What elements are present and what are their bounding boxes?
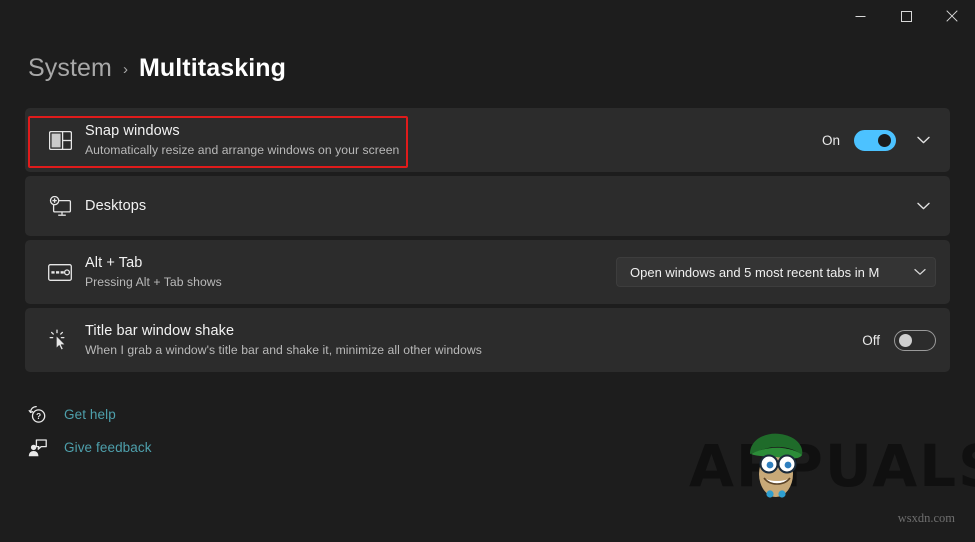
minimize-icon bbox=[855, 11, 866, 22]
setting-title: Desktops bbox=[85, 197, 898, 216]
setting-row-snap-windows[interactable]: Snap windows Automatically resize and ar… bbox=[25, 108, 950, 172]
cursor-shake-icon bbox=[39, 328, 81, 352]
settings-list: Snap windows Automatically resize and ar… bbox=[0, 108, 975, 372]
setting-text-title-bar-window-shake: Title bar window shake When I grab a win… bbox=[81, 322, 850, 359]
chevron-down-icon bbox=[914, 268, 926, 276]
expand-snap-windows-button[interactable] bbox=[910, 127, 936, 153]
setting-row-desktops[interactable]: Desktops bbox=[25, 176, 950, 236]
setting-controls-desktops bbox=[898, 193, 936, 219]
setting-row-title-bar-window-shake[interactable]: Title bar window shake When I grab a win… bbox=[25, 308, 950, 372]
alt-tab-combobox-value: Open windows and 5 most recent tabs in M bbox=[630, 265, 908, 280]
feedback-person-icon bbox=[27, 439, 47, 457]
svg-text:?: ? bbox=[36, 412, 41, 421]
page-title: Multitasking bbox=[139, 54, 286, 83]
breadcrumb: System › Multitasking bbox=[0, 32, 975, 108]
close-icon bbox=[946, 10, 958, 22]
snap-layout-icon bbox=[39, 131, 81, 150]
footer-links: ? Get help Give feedback bbox=[0, 376, 975, 464]
setting-text-desktops: Desktops bbox=[81, 197, 898, 216]
breadcrumb-root-link[interactable]: System bbox=[28, 54, 112, 83]
toggle-state-label: On bbox=[822, 133, 840, 148]
maximize-button[interactable] bbox=[883, 0, 929, 32]
setting-title: Snap windows bbox=[85, 122, 810, 141]
title-bar-window-shake-toggle[interactable] bbox=[894, 330, 936, 351]
minimize-button[interactable] bbox=[837, 0, 883, 32]
title-bar bbox=[0, 0, 975, 32]
setting-controls-title-bar-window-shake: Off bbox=[850, 330, 936, 351]
link-get-help[interactable]: ? Get help bbox=[27, 398, 975, 431]
setting-text-alt-tab: Alt + Tab Pressing Alt + Tab shows bbox=[81, 254, 604, 291]
chevron-right-icon: › bbox=[123, 61, 128, 78]
close-button[interactable] bbox=[929, 0, 975, 32]
setting-subtitle: Pressing Alt + Tab shows bbox=[85, 274, 604, 291]
setting-title: Title bar window shake bbox=[85, 322, 850, 341]
alt-tab-combobox[interactable]: Open windows and 5 most recent tabs in M bbox=[616, 257, 936, 287]
chevron-down-icon bbox=[917, 136, 930, 144]
toggle-knob bbox=[878, 134, 891, 147]
link-label: Get help bbox=[64, 407, 116, 422]
snap-windows-toggle[interactable] bbox=[854, 130, 896, 151]
setting-text-snap-windows: Snap windows Automatically resize and ar… bbox=[81, 122, 810, 159]
expand-desktops-button[interactable] bbox=[910, 193, 936, 219]
link-label: Give feedback bbox=[64, 440, 152, 455]
link-give-feedback[interactable]: Give feedback bbox=[27, 431, 975, 464]
chevron-down-icon bbox=[917, 202, 930, 210]
add-desktop-icon bbox=[39, 196, 81, 217]
help-question-icon: ? bbox=[27, 405, 47, 424]
setting-subtitle: Automatically resize and arrange windows… bbox=[85, 142, 810, 159]
alt-tab-icon bbox=[39, 264, 81, 281]
setting-subtitle: When I grab a window's title bar and sha… bbox=[85, 342, 850, 359]
watermark-url: wsxdn.com bbox=[898, 511, 955, 526]
toggle-state-label: Off bbox=[862, 333, 880, 348]
toggle-knob bbox=[899, 334, 912, 347]
setting-row-alt-tab[interactable]: Alt + Tab Pressing Alt + Tab shows Open … bbox=[25, 240, 950, 304]
setting-title: Alt + Tab bbox=[85, 254, 604, 273]
maximize-icon bbox=[901, 11, 912, 22]
setting-controls-snap-windows: On bbox=[810, 127, 936, 153]
setting-controls-alt-tab: Open windows and 5 most recent tabs in M bbox=[604, 257, 936, 287]
